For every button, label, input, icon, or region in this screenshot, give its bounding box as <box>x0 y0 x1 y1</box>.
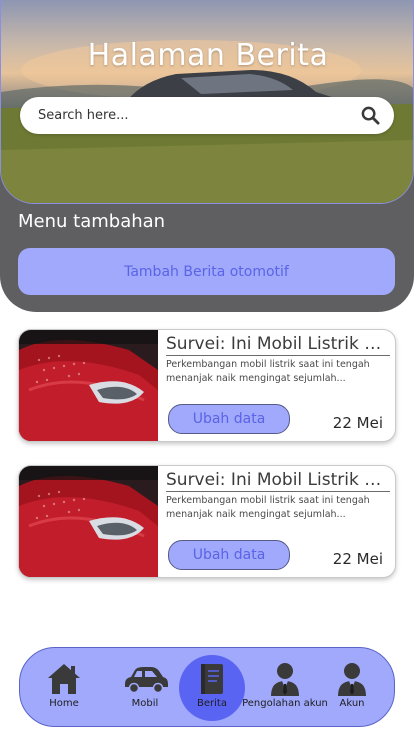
news-excerpt: Perkembangan mobil listrik saat ini teng… <box>166 359 370 384</box>
search-bar[interactable] <box>20 97 394 134</box>
news-date: 22 Mei <box>332 414 383 432</box>
nav-item-pengolahan-akun[interactable]: Pengolahan akun <box>242 648 328 728</box>
nav-item-home[interactable]: Home <box>42 648 86 728</box>
car-icon <box>125 667 168 694</box>
news-excerpt: Perkembangan mobil listrik saat ini teng… <box>166 495 370 520</box>
nav-label: Home <box>49 698 79 709</box>
hero-image: Halaman Berita <box>0 0 414 204</box>
bottom-navigation: Home Mobil Berita Pengolahan akun Akun <box>19 647 395 727</box>
search-icon[interactable] <box>361 106 380 125</box>
nav-item-mobil[interactable]: Mobil <box>118 648 172 728</box>
nav-label: Mobil <box>131 698 159 709</box>
add-news-button[interactable]: Tambah Berita otomotif <box>18 248 395 295</box>
edit-news-button[interactable]: Ubah data <box>168 540 290 570</box>
news-title[interactable]: Survei: Ini Mobil Listrik Pali <box>166 334 390 356</box>
news-card[interactable]: Survei: Ini Mobil Listrik Pali Perkemban… <box>18 329 396 442</box>
header-panel: Halaman Berita Menu tambahan Tambah Beri… <box>0 0 414 312</box>
search-input[interactable] <box>38 97 358 134</box>
news-date: 22 Mei <box>332 550 383 568</box>
menu-heading: Menu tambahan <box>18 211 166 232</box>
edit-news-button[interactable]: Ubah data <box>168 404 290 434</box>
news-thumbnail <box>19 330 158 441</box>
user-manager-icon <box>271 663 299 696</box>
nav-label: Berita <box>197 698 227 709</box>
news-title[interactable]: Survei: Ini Mobil Listrik Pali <box>166 470 390 492</box>
news-thumbnail <box>19 466 158 577</box>
account-icon <box>338 663 366 696</box>
news-icon <box>201 664 223 694</box>
nav-item-akun[interactable]: Akun <box>332 648 372 728</box>
nav-label: Akun <box>339 698 365 709</box>
news-card[interactable]: Survei: Ini Mobil Listrik Pali Perkemban… <box>18 465 396 578</box>
page-title: Halaman Berita <box>87 38 329 73</box>
nav-label: Pengolahan akun <box>242 698 328 709</box>
home-icon <box>48 664 80 694</box>
nav-item-berita[interactable]: Berita <box>190 648 234 728</box>
